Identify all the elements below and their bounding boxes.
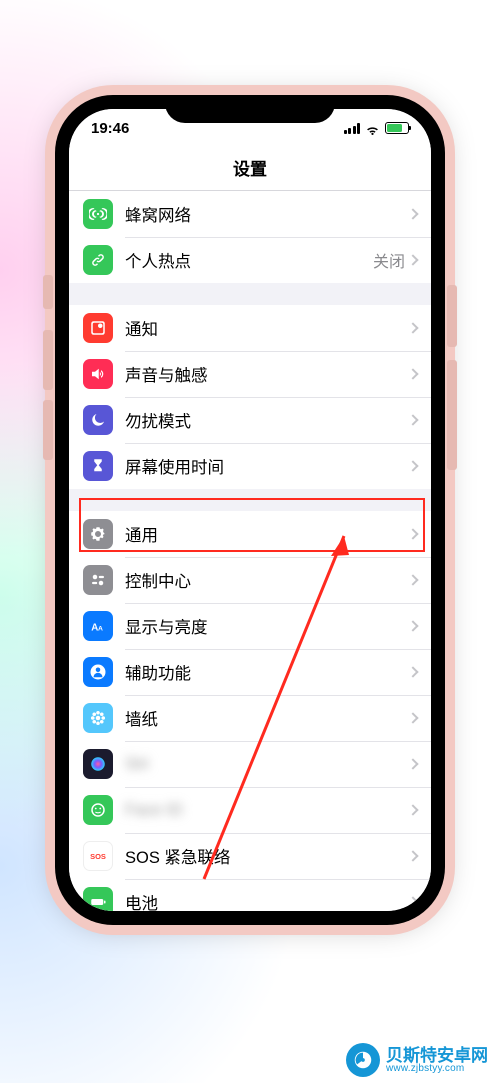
row-wallpaper[interactable]: 墙纸 [69, 695, 431, 741]
faceid-icon [83, 795, 113, 825]
row-label: Siri [125, 755, 409, 774]
cellular-signal-icon [344, 123, 361, 134]
chevron-right-icon [407, 896, 418, 907]
display-icon: AA [83, 611, 113, 641]
chevron-right-icon [407, 804, 418, 815]
battery-icon [385, 122, 409, 134]
chevron-right-icon [407, 758, 418, 769]
row-label: 控制中心 [125, 568, 409, 592]
svg-text:A: A [91, 623, 98, 634]
wifi-icon [365, 123, 380, 134]
chevron-right-icon [407, 414, 418, 425]
chevron-right-icon [407, 850, 418, 861]
notifications-icon [83, 313, 113, 343]
row-sos[interactable]: SOS SOS 紧急联络 [69, 833, 431, 879]
row-hotspot[interactable]: 个人热点关闭 [69, 237, 431, 283]
row-accessibility[interactable]: 辅助功能 [69, 649, 431, 695]
cellular-icon [83, 199, 113, 229]
accessibility-icon [83, 657, 113, 687]
watermark-url: www.zjbstyy.com [386, 1064, 488, 1074]
row-label: SOS 紧急联络 [125, 844, 409, 868]
chevron-right-icon [407, 368, 418, 379]
chevron-right-icon [407, 528, 418, 539]
svg-text:A: A [98, 626, 103, 633]
siri-icon [83, 749, 113, 779]
chevron-right-icon [407, 460, 418, 471]
row-label: 电池 [125, 890, 409, 911]
row-label: 辅助功能 [125, 660, 409, 684]
row-label: 个人热点 [125, 248, 373, 272]
notch [165, 95, 335, 123]
hotspot-icon [83, 245, 113, 275]
svg-text:SOS: SOS [90, 852, 106, 861]
sos-icon: SOS [83, 841, 113, 871]
row-label: 墙纸 [125, 706, 409, 730]
chevron-right-icon [407, 574, 418, 585]
row-dnd[interactable]: 勿扰模式 [69, 397, 431, 443]
row-screentime[interactable]: 屏幕使用时间 [69, 443, 431, 489]
dnd-icon [83, 405, 113, 435]
chevron-right-icon [407, 666, 418, 677]
row-label: 勿扰模式 [125, 408, 409, 432]
row-display[interactable]: AA 显示与亮度 [69, 603, 431, 649]
chevron-right-icon [407, 712, 418, 723]
row-siri[interactable]: Siri [69, 741, 431, 787]
row-sounds[interactable]: 声音与触感 [69, 351, 431, 397]
row-label: 蜂窝网络 [125, 202, 409, 226]
screentime-icon [83, 451, 113, 481]
page-title: 设置 [69, 147, 431, 191]
row-cellular[interactable]: 蜂窝网络 [69, 191, 431, 237]
phone-mockup: 19:46 设置 蜂窝网络个人热点关闭通知声音与触感勿扰模式屏幕使用时间通用控制… [55, 95, 445, 925]
row-label: Face ID [125, 801, 409, 820]
status-time: 19:46 [91, 120, 129, 137]
chevron-right-icon [407, 322, 418, 333]
row-label: 声音与触感 [125, 362, 409, 386]
watermark: 贝斯特安卓网 www.zjbstyy.com [346, 1043, 488, 1077]
row-detail: 关闭 [373, 248, 405, 272]
sounds-icon [83, 359, 113, 389]
row-control-center[interactable]: 控制中心 [69, 557, 431, 603]
chevron-right-icon [407, 208, 418, 219]
battery-icon [83, 887, 113, 911]
watermark-logo-icon [346, 1043, 380, 1077]
wallpaper-icon [83, 703, 113, 733]
chevron-right-icon [407, 620, 418, 631]
watermark-title: 贝斯特安卓网 [386, 1047, 488, 1064]
row-faceid[interactable]: Face ID [69, 787, 431, 833]
control-center-icon [83, 565, 113, 595]
row-label: 通知 [125, 316, 409, 340]
row-battery[interactable]: 电池 [69, 879, 431, 911]
row-general[interactable]: 通用 [69, 511, 431, 557]
settings-list[interactable]: 蜂窝网络个人热点关闭通知声音与触感勿扰模式屏幕使用时间通用控制中心 AA 显示与亮度… [69, 191, 431, 911]
row-label: 通用 [125, 522, 409, 546]
screen: 19:46 设置 蜂窝网络个人热点关闭通知声音与触感勿扰模式屏幕使用时间通用控制… [69, 109, 431, 911]
general-icon [83, 519, 113, 549]
row-label: 屏幕使用时间 [125, 454, 409, 478]
row-label: 显示与亮度 [125, 614, 409, 638]
chevron-right-icon [407, 254, 418, 265]
row-notifications[interactable]: 通知 [69, 305, 431, 351]
